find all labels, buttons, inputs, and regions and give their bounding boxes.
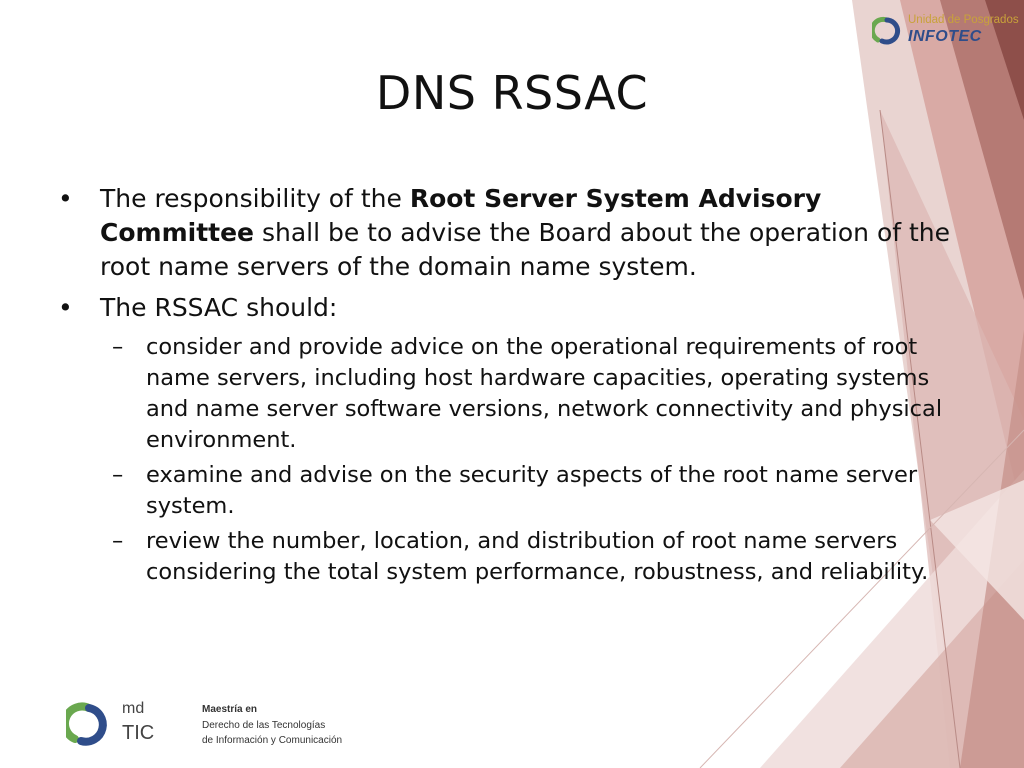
program-line-1: Derecho de las Tecnologías: [202, 720, 326, 731]
emblem-arc-green: [872, 16, 890, 43]
bullet-item: • The responsibility of the Root Server …: [58, 182, 958, 284]
mdtic-logo: md TIC Maestría en Derecho de las Tecnol…: [66, 698, 342, 754]
sub-bullet-text: review the number, location, and distrib…: [146, 528, 929, 585]
slide-title: DNS RSSAC: [375, 66, 649, 120]
bullet-marker: •: [58, 184, 73, 213]
sub-bullet-item: – review the number, location, and distr…: [112, 526, 958, 588]
program-line-2: de Información y Comunicación: [202, 735, 343, 746]
dash-marker: –: [112, 462, 124, 488]
bullet-text: The RSSAC should:: [100, 293, 338, 322]
sub-bullet-text: consider and provide advice on the opera…: [146, 334, 943, 453]
slide-body: • The responsibility of the Root Server …: [58, 182, 958, 588]
bullet-text-prefix: The responsibility of the: [100, 184, 410, 213]
bullet-item: • The RSSAC should:: [58, 291, 958, 325]
emblem-arc-blue: [879, 17, 900, 45]
sub-bullet-item: – examine and advise on the security asp…: [112, 460, 958, 522]
mdtic-emblem-icon: [66, 702, 107, 746]
sub-bullet-item: – consider and provide advice on the ope…: [112, 332, 958, 456]
dash-marker: –: [112, 528, 124, 554]
unidad-posgrados-label: Unidad de Posgrados: [908, 14, 1019, 26]
sub-bullet-text: examine and advise on the security aspec…: [146, 462, 918, 519]
bullet-marker: •: [58, 293, 73, 322]
infotec-label: INFOTEC: [908, 28, 982, 45]
slide: Unidad de Posgrados INFOTEC DNS RSSAC • …: [0, 0, 1024, 768]
tic-label: TIC: [122, 722, 155, 744]
infotec-emblem-icon: [872, 16, 900, 45]
dash-marker: –: [112, 334, 124, 360]
emblem-arc-blue: [77, 704, 107, 746]
md-label: md: [122, 700, 145, 717]
emblem-arc-green: [66, 702, 93, 743]
maestria-label: Maestría en: [202, 704, 258, 715]
infotec-logo: Unidad de Posgrados INFOTEC: [868, 8, 1019, 50]
